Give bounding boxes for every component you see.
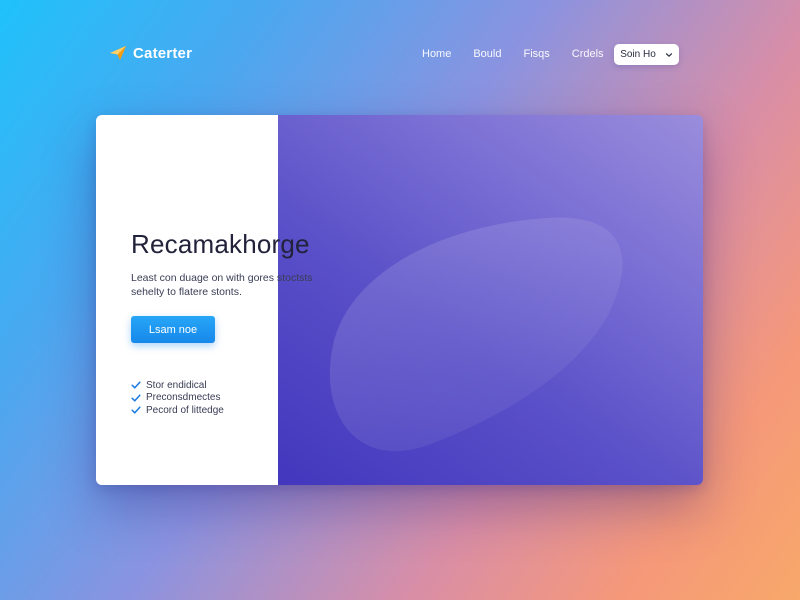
signin-label: Soin Ho — [620, 49, 656, 60]
feature-checklist: Stor endidical Preconsdmectes Pecord of … — [131, 379, 224, 417]
hero-subtitle: Least con duage on with gores stoctsts s… — [131, 271, 346, 299]
hero-text-panel — [96, 115, 278, 485]
nav-link-home[interactable]: Home — [422, 48, 451, 60]
nav-link-fisqs[interactable]: Fisqs — [523, 48, 549, 60]
decorative-wave-shape — [329, 217, 623, 452]
hero-visual-panel — [278, 115, 703, 485]
nav-link-crdels[interactable]: Crdels — [572, 48, 604, 60]
hero-title: Recamakhorge — [131, 229, 310, 259]
hero-subtitle-line-2: sehelty to flatere stonts. — [131, 286, 242, 298]
feature-label: Stor endidical — [146, 379, 207, 391]
feature-label: Pecord of littedge — [146, 404, 224, 416]
check-icon — [131, 381, 141, 389]
nav-links: Home Bould Fisqs Crdels — [422, 48, 604, 60]
learn-more-button[interactable]: Lsam noe — [131, 316, 215, 343]
feature-item: Stor endidical — [131, 379, 224, 392]
paper-plane-icon — [110, 46, 126, 60]
top-nav: Caterter Home Bould Fisqs Crdels Soin Ho — [0, 0, 800, 110]
hero-card — [96, 115, 703, 485]
feature-item: Preconsdmectes — [131, 392, 224, 405]
signin-dropdown-button[interactable]: Soin Ho — [614, 44, 679, 65]
hero-subtitle-line-1: Least con duage on with gores stoctsts — [131, 272, 313, 284]
chevron-down-icon — [665, 52, 672, 57]
check-icon — [131, 394, 141, 402]
check-icon — [131, 406, 141, 414]
brand-name: Caterter — [133, 44, 193, 62]
feature-label: Preconsdmectes — [146, 392, 221, 404]
nav-link-bould[interactable]: Bould — [473, 48, 501, 60]
feature-item: Pecord of littedge — [131, 404, 224, 417]
brand-logo[interactable]: Caterter — [109, 44, 192, 62]
